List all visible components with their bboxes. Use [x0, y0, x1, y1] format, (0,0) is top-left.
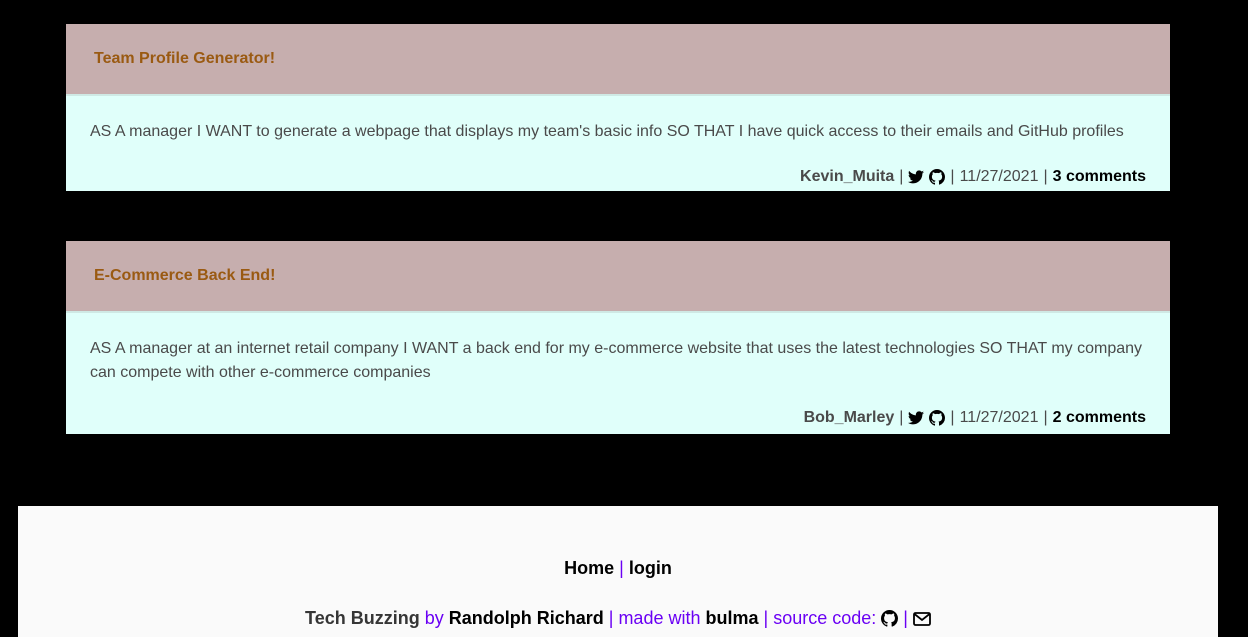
site-name: Tech Buzzing	[305, 608, 420, 628]
post-description: AS A manager I WANT to generate a webpag…	[90, 123, 1124, 140]
credit-author-link[interactable]: Randolph Richard	[449, 608, 604, 629]
post-title[interactable]: E-Commerce Back End!	[94, 267, 275, 285]
post-card-header[interactable]: E-Commerce Back End!	[66, 241, 1170, 313]
separator: |	[1043, 409, 1048, 426]
post-comments-link[interactable]: 3 comments	[1053, 168, 1146, 186]
post-card-body: AS A manager I WANT to generate a webpag…	[66, 96, 1170, 191]
envelope-icon[interactable]	[913, 611, 931, 626]
framework-link[interactable]: bulma	[705, 608, 758, 629]
github-icon[interactable]	[929, 169, 946, 185]
separator: |	[903, 608, 908, 628]
post-card: E-Commerce Back End! AS A manager at an …	[66, 241, 1170, 434]
separator: |	[608, 608, 614, 628]
post-meta: Bob_Marley | | 11/27/2021 | 2 comments	[90, 409, 1146, 427]
separator: |	[1043, 168, 1048, 185]
github-icon[interactable]	[881, 610, 899, 627]
separator: |	[619, 558, 624, 578]
footer-credit: Tech Buzzing by Randolph Richard | made …	[18, 608, 1218, 629]
post-title[interactable]: Team Profile Generator!	[94, 50, 275, 68]
post-card-body: AS A manager at an internet retail compa…	[66, 313, 1170, 434]
login-link[interactable]: login	[629, 558, 672, 578]
source-code-text: source code:	[773, 608, 877, 628]
footer-nav: Home | login	[18, 558, 1218, 579]
post-date: 11/27/2021	[959, 168, 1039, 185]
footer: Home | login Tech Buzzing by Randolph Ri…	[18, 506, 1218, 637]
post-meta: Kevin_Muita | | 11/27/2021 | 3 comments	[90, 168, 1146, 186]
post-comments-link[interactable]: 2 comments	[1053, 409, 1146, 427]
github-icon[interactable]	[929, 410, 946, 426]
home-link[interactable]: Home	[564, 558, 614, 578]
post-card: Team Profile Generator! AS A manager I W…	[66, 24, 1170, 191]
credit-by-text: by	[424, 608, 444, 628]
post-card-header[interactable]: Team Profile Generator!	[66, 24, 1170, 96]
post-author: Kevin_Muita	[800, 168, 895, 185]
separator: |	[950, 409, 955, 426]
post-date: 11/27/2021	[959, 409, 1039, 426]
twitter-icon[interactable]	[908, 411, 925, 425]
made-with-text: made with	[618, 608, 701, 628]
separator: |	[899, 168, 904, 185]
separator: |	[899, 409, 904, 426]
separator: |	[950, 168, 955, 185]
post-description: AS A manager at an internet retail compa…	[90, 340, 1143, 381]
separator: |	[763, 608, 769, 628]
post-author: Bob_Marley	[803, 409, 895, 426]
twitter-icon[interactable]	[908, 170, 925, 184]
